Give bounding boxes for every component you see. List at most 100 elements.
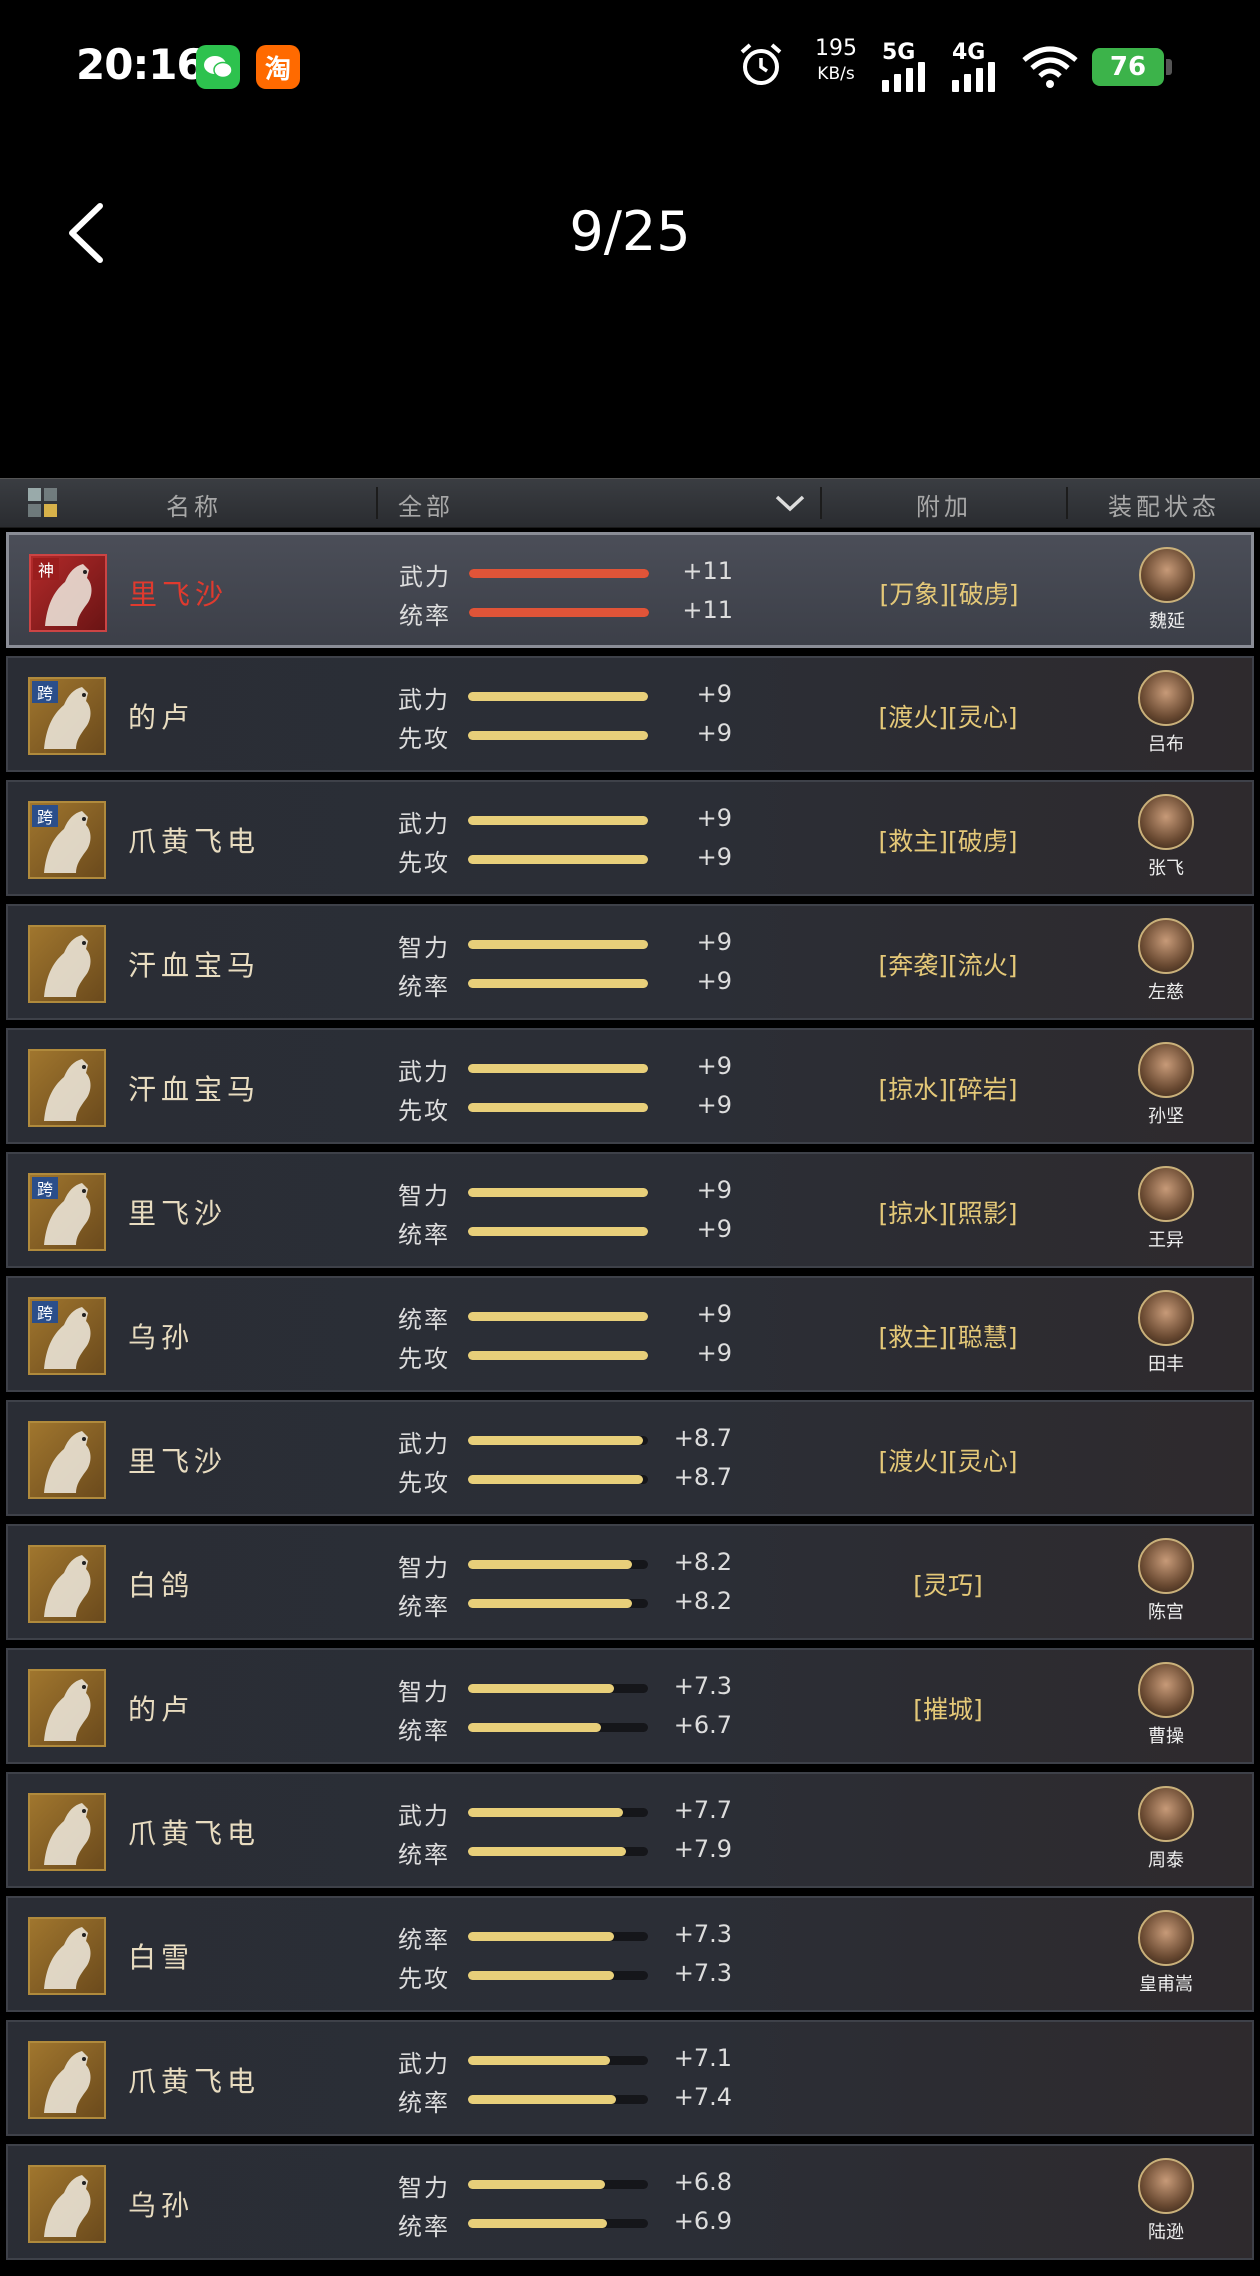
equipped-general[interactable]: 王异 <box>1126 1166 1206 1252</box>
horse-row[interactable]: 汗血宝马 智力 +9 统率 +9 [奔袭][流火] 左慈 <box>6 904 1254 1020</box>
equipped-general[interactable]: 周泰 <box>1126 1786 1206 1872</box>
stat-bar <box>468 940 648 949</box>
equipped-general[interactable]: 孙坚 <box>1126 1042 1206 1128</box>
stat-bar <box>468 1188 648 1197</box>
wifi-icon <box>1022 46 1078 88</box>
horse-row[interactable]: 跨乌孙 统率 +9 先攻 +9 [救主][聪慧] 田丰 <box>6 1276 1254 1392</box>
rank-badge: 跨 <box>32 1301 58 1323</box>
stat-bar-fill <box>468 1723 602 1732</box>
equipped-general[interactable]: 吕布 <box>1126 670 1206 756</box>
general-avatar <box>1138 918 1194 974</box>
horse-row[interactable]: 白鸽 智力 +8.2 统率 +8.2 [灵巧] 陈宫 <box>6 1524 1254 1640</box>
extra-skills: [万象][破虏] <box>879 580 1019 609</box>
horse-portrait: 跨 <box>28 801 106 879</box>
stat-label: 智力 <box>398 1678 450 1706</box>
stat-label: 武力 <box>398 1802 450 1830</box>
equipped-general[interactable]: 皇甫嵩 <box>1126 1910 1206 1996</box>
stat-bar-fill <box>468 940 648 949</box>
stat-value: +9 <box>696 719 732 747</box>
horse-row[interactable]: 汗血宝马 武力 +9 先攻 +9 [掠水][碎岩] 孙坚 <box>6 1028 1254 1144</box>
horse-name: 里飞沙 <box>129 578 229 611</box>
general-name: 吕布 <box>1148 734 1184 755</box>
extra-skills: [掠水][碎岩] <box>878 1075 1018 1104</box>
extra-skills: [掠水][照影] <box>878 1199 1018 1228</box>
stat-value: +9 <box>696 804 732 832</box>
stat-label: 统率 <box>398 1593 450 1621</box>
chevron-down-icon[interactable] <box>774 493 806 513</box>
horse-row[interactable]: 跨爪黄飞电 武力 +9 先攻 +9 [救主][破虏] 张飞 <box>6 780 1254 896</box>
stat-label: 武力 <box>398 2050 450 2078</box>
col-name-header[interactable]: 名称 <box>166 487 222 522</box>
stat-label: 智力 <box>398 934 450 962</box>
equipped-general[interactable]: 陆逊 <box>1126 2158 1206 2244</box>
general-name: 张飞 <box>1148 858 1184 879</box>
stat-bar <box>468 1064 648 1073</box>
stat-bar <box>468 1599 648 1608</box>
horse-portrait <box>28 2165 106 2243</box>
rank-badge: 跨 <box>32 1177 58 1199</box>
stat-bar <box>468 1808 648 1817</box>
equipped-general[interactable]: 陈宫 <box>1126 1538 1206 1624</box>
stat-value: +7.1 <box>673 2044 732 2072</box>
stat-bar-fill <box>468 1684 614 1693</box>
horse-row[interactable]: 跨的卢 武力 +9 先攻 +9 [渡火][灵心] 吕布 <box>6 656 1254 772</box>
clock: 20:16 <box>76 40 206 89</box>
general-name: 魏延 <box>1149 611 1185 632</box>
equipped-general[interactable]: 张飞 <box>1126 794 1206 880</box>
stat-label: 智力 <box>398 1554 450 1582</box>
horse-portrait <box>28 1545 106 1623</box>
general-avatar <box>1138 1662 1194 1718</box>
stat-bar-fill <box>468 1932 614 1941</box>
stat-bar <box>468 1560 648 1569</box>
stat-value: +9 <box>696 680 732 708</box>
stat-bar-fill <box>468 979 648 988</box>
stat-bar <box>468 816 648 825</box>
horse-portrait: 跨 <box>28 1173 106 1251</box>
general-name: 孙坚 <box>1148 1106 1184 1127</box>
horse-row[interactable]: 白雪 统率 +7.3 先攻 +7.3 皇甫嵩 <box>6 1896 1254 2012</box>
horse-row[interactable]: 跨里飞沙 智力 +9 统率 +9 [掠水][照影] 王异 <box>6 1152 1254 1268</box>
horse-name: 白雪 <box>128 1941 195 1974</box>
horse-row[interactable]: 乌孙 智力 +6.8 统率 +6.9 陆逊 <box>6 2144 1254 2260</box>
horse-name: 的卢 <box>128 1693 195 1726</box>
rank-badge: 跨 <box>32 805 58 827</box>
extra-skills: [摧城] <box>913 1695 983 1724</box>
stat-label: 统率 <box>398 2089 450 2117</box>
equipped-general[interactable]: 田丰 <box>1126 1290 1206 1376</box>
stat-bar <box>468 1847 648 1856</box>
filter-select[interactable]: 全部 <box>398 487 454 522</box>
equipped-general[interactable]: 曹操 <box>1126 1662 1206 1748</box>
horse-row[interactable]: 的卢 智力 +7.3 统率 +6.7 [摧城] 曹操 <box>6 1648 1254 1764</box>
horse-row[interactable]: 里飞沙 武力 +8.7 先攻 +8.7 [渡火][灵心] <box>6 1400 1254 1516</box>
horse-row[interactable]: 神里飞沙 武力 +11 统率 +11 [万象][破虏] 魏延 <box>6 532 1254 648</box>
horse-portrait <box>28 1793 106 1871</box>
stat-value: +9 <box>696 1091 732 1119</box>
stat-label: 武力 <box>398 686 450 714</box>
stat-bar-fill <box>468 1560 632 1569</box>
general-name: 曹操 <box>1148 1726 1184 1747</box>
stat-label: 统率 <box>398 1926 450 1954</box>
stat-bar-fill <box>468 855 648 864</box>
horse-name: 里飞沙 <box>128 1197 228 1230</box>
stat-bar-fill <box>468 2095 616 2104</box>
equipped-general[interactable]: 左慈 <box>1126 918 1206 1004</box>
general-avatar <box>1138 1042 1194 1098</box>
stat-bar-fill <box>468 1599 632 1608</box>
general-name: 陈宫 <box>1148 1602 1184 1623</box>
general-avatar <box>1138 2158 1194 2214</box>
stat-value: +11 <box>682 596 733 624</box>
stat-label: 统率 <box>398 1717 450 1745</box>
horse-portrait <box>28 1917 106 1995</box>
equipped-general[interactable]: 魏延 <box>1127 547 1207 633</box>
taobao-icon: 淘 <box>256 45 300 89</box>
extra-skills: [灵巧] <box>913 1571 983 1600</box>
horse-name: 爪黄飞电 <box>128 2065 261 2098</box>
stat-bar-fill <box>468 692 648 701</box>
grid-view-icon[interactable] <box>28 488 58 518</box>
general-avatar <box>1139 547 1195 603</box>
stat-bar <box>468 731 648 740</box>
stat-value: +9 <box>696 1300 732 1328</box>
horse-name: 乌孙 <box>128 1321 195 1354</box>
horse-row[interactable]: 爪黄飞电 武力 +7.7 统率 +7.9 周泰 <box>6 1772 1254 1888</box>
horse-row[interactable]: 爪黄飞电 武力 +7.1 统率 +7.4 <box>6 2020 1254 2136</box>
